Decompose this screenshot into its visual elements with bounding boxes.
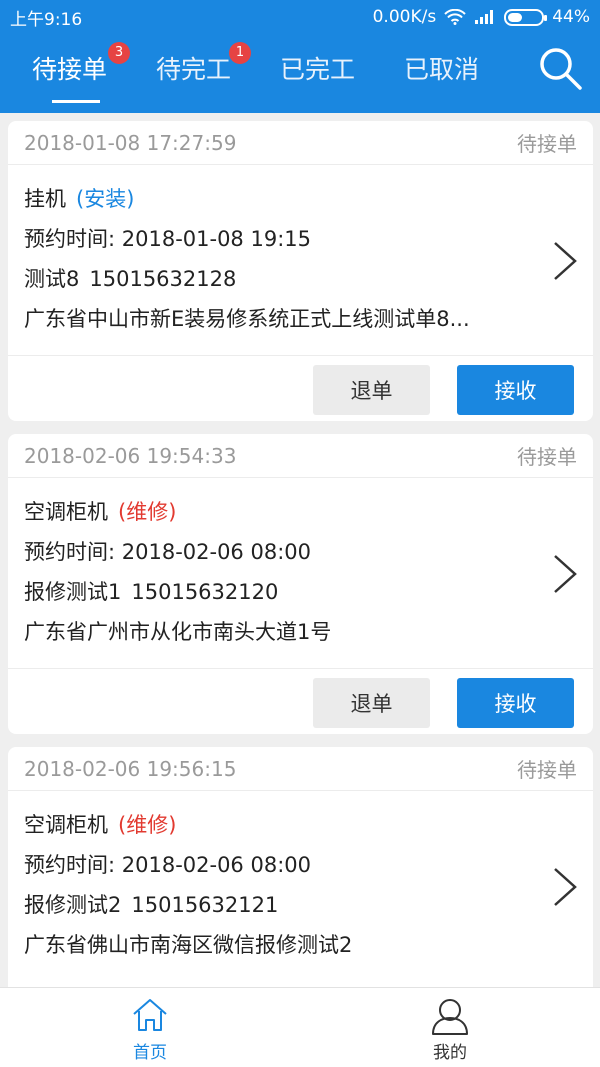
service-type: (安装) (76, 187, 135, 211)
order-card[interactable]: 2018-02-06 19:54:33 待接单 空调柜机 (维修) 预约时间: 2… (8, 434, 593, 734)
nav-mine-label: 我的 (433, 1043, 467, 1063)
wifi-icon (444, 9, 466, 25)
order-card[interactable]: 2018-02-06 19:56:15 待接单 空调柜机 (维修) 预约时间: 2… (8, 747, 593, 987)
tab-label: 待完工 (156, 55, 232, 84)
tab-label: 已取消 (404, 55, 480, 84)
network-speed: 0.00K/s (372, 7, 437, 27)
nav-mine[interactable]: 我的 (300, 988, 600, 1067)
bottom-nav: 首页 我的 (0, 987, 600, 1067)
tab-pending-complete[interactable]: 待完工 (156, 50, 231, 90)
tab-completed[interactable]: 已完工 (280, 50, 355, 90)
order-datetime: 2018-02-06 19:54:33 (24, 443, 237, 468)
accept-order-button[interactable]: 接收 (457, 678, 574, 728)
active-tab-indicator (52, 100, 100, 103)
status-bar: 上午9:16 0.00K/s 44% (0, 0, 600, 34)
battery-percent: 44% (552, 7, 590, 27)
order-status: 待接单 (517, 132, 577, 156)
tab-badge: 3 (108, 42, 130, 64)
tab-cancelled[interactable]: 已取消 (404, 50, 479, 90)
battery-level (508, 12, 523, 22)
appointment-time: 预约时间: 2018-01-08 19:15 (24, 227, 311, 251)
device-name: 空调柜机 (24, 500, 108, 524)
order-details[interactable]: 空调柜机 (维修) 预约时间: 2018-02-06 08:00 报修测试1 150… (8, 478, 593, 668)
order-tabs: 待接单 3 待完工 1 已完工 已取消 (0, 34, 600, 113)
chevron-right-icon[interactable] (551, 239, 579, 283)
service-type: (维修) (118, 500, 177, 524)
order-datetime: 2018-01-08 17:27:59 (24, 130, 237, 155)
customer-address: 广东省广州市从化市南头大道1号 (24, 620, 332, 644)
home-icon (133, 999, 167, 1031)
tab-pending-accept[interactable]: 待接单 (32, 50, 107, 90)
appointment-time: 预约时间: 2018-02-06 08:00 (24, 853, 311, 877)
order-list[interactable]: 2018-01-08 17:27:59 待接单 挂机 (安装) 预约时间: 201… (0, 113, 600, 987)
order-datetime: 2018-02-06 19:56:15 (24, 756, 237, 781)
reject-order-button[interactable]: 退单 (313, 678, 430, 728)
appointment-time: 预约时间: 2018-02-06 08:00 (24, 540, 311, 564)
customer-phone: 15015632128 (89, 267, 237, 291)
accept-order-button[interactable]: 接收 (457, 365, 574, 415)
customer-phone: 15015632121 (131, 893, 279, 917)
customer-phone: 15015632120 (131, 580, 279, 604)
device-name: 空调柜机 (24, 813, 108, 837)
nav-home-label: 首页 (133, 1043, 167, 1063)
customer-name: 报修测试1 (24, 580, 122, 604)
customer-address: 广东省中山市新E装易修系统正式上线测试单8... (24, 307, 470, 331)
order-status: 待接单 (517, 445, 577, 469)
order-status: 待接单 (517, 758, 577, 782)
order-details[interactable]: 空调柜机 (维修) 预约时间: 2018-02-06 08:00 报修测试2 150… (8, 791, 593, 981)
order-card[interactable]: 2018-01-08 17:27:59 待接单 挂机 (安装) 预约时间: 201… (8, 121, 593, 421)
signal-icon (475, 10, 494, 24)
service-type: (维修) (118, 813, 177, 837)
tab-badge: 1 (229, 42, 251, 64)
nav-home[interactable]: 首页 (0, 988, 300, 1067)
customer-name: 测试8 (24, 267, 80, 291)
user-icon (432, 999, 468, 1035)
battery-icon (504, 8, 548, 26)
chevron-right-icon[interactable] (551, 552, 579, 596)
customer-name: 报修测试2 (24, 893, 122, 917)
reject-order-button[interactable]: 退单 (313, 365, 430, 415)
tab-label: 已完工 (280, 55, 356, 84)
app-header: 上午9:16 0.00K/s 44% 待接单 3 待完工 1 已完工 已取消 (0, 0, 600, 113)
tab-label: 待接单 (32, 55, 108, 84)
order-details[interactable]: 挂机 (安装) 预约时间: 2018-01-08 19:15 测试8 1501563… (8, 165, 593, 355)
device-name: 挂机 (24, 187, 66, 211)
chevron-right-icon[interactable] (551, 865, 579, 909)
customer-address: 广东省佛山市南海区微信报修测试2 (24, 933, 353, 957)
status-time: 上午9:16 (10, 9, 83, 30)
search-icon[interactable] (536, 44, 586, 94)
